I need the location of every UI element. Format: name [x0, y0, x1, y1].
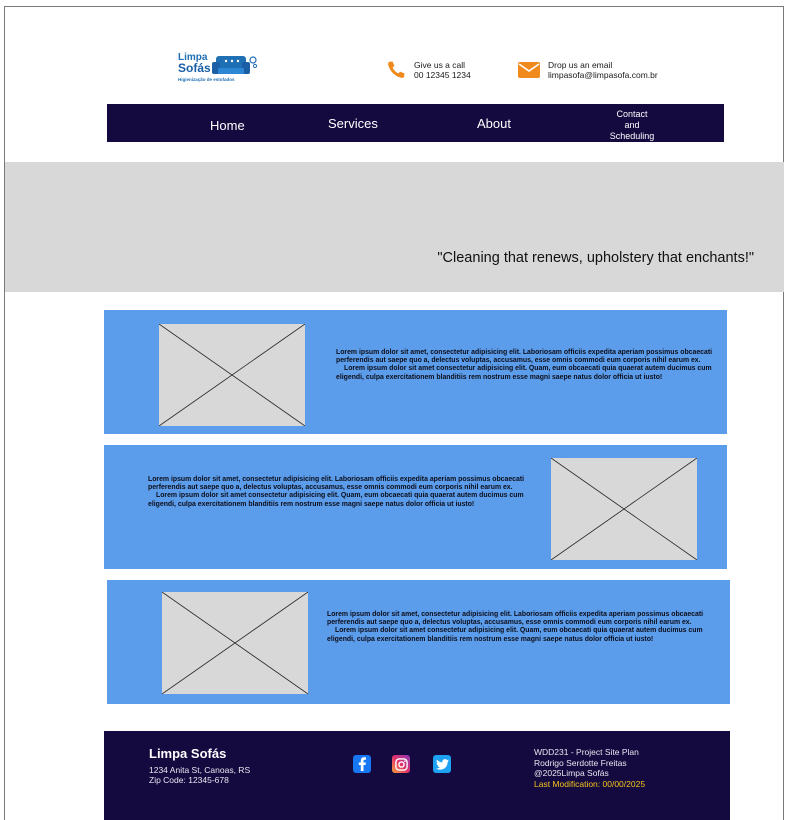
- mail-icon: [518, 62, 540, 78]
- logo-line-2: Sofás: [178, 61, 211, 75]
- last-modified: Last Modification: 00/00/2025: [534, 778, 646, 789]
- logo[interactable]: Limpa Sofás Higienização de estofados: [176, 52, 260, 86]
- copyright-line: @2025Limpa Sofás: [534, 768, 609, 778]
- image-placeholder: [159, 324, 305, 426]
- call-contact[interactable]: Give us a call 00 12345 1234: [386, 60, 471, 80]
- logo-tagline: Higienização de estofados: [178, 77, 235, 82]
- card-paragraph: Lorem ipsum dolor sit amet consectetur a…: [327, 627, 703, 643]
- nav-contact-line-1: Contact: [616, 109, 648, 119]
- email-title: Drop us an email: [548, 60, 613, 70]
- phone-icon: [388, 61, 405, 78]
- content-card: Lorem ipsum dolor sit amet, consectetur …: [104, 310, 727, 434]
- nav-about[interactable]: About: [477, 116, 511, 131]
- logo-wordmark: Limpa Sofás: [178, 52, 211, 74]
- footer-info: WDD231 - Project Site Plan Rodrigo Serdo…: [534, 747, 645, 789]
- address-line: 1234 Anita St, Canoas, RS: [149, 765, 251, 775]
- card-paragraph: Lorem ipsum dolor sit amet, consectetur …: [336, 349, 713, 365]
- main-nav: Home Services About Contact and Scheduli…: [107, 104, 724, 142]
- nav-contact-scheduling[interactable]: Contact and Scheduling: [597, 109, 667, 142]
- nav-home[interactable]: Home: [210, 118, 245, 133]
- author-line: Rodrigo Serdotte Freitas: [534, 757, 627, 768]
- call-title: Give us a call: [414, 60, 466, 70]
- hero-quote: "Cleaning that renews, upholstery that e…: [437, 250, 754, 266]
- twitter-icon[interactable]: [433, 755, 451, 773]
- course-line: WDD231 - Project Site Plan: [534, 747, 639, 757]
- email-address[interactable]: limpasofa@limpasofa.com.br: [548, 70, 658, 80]
- zip-code: Zip Code: 12345-678: [149, 775, 229, 785]
- card-text: Lorem ipsum dolor sit amet, consectetur …: [327, 611, 707, 644]
- hero-banner: "Cleaning that renews, upholstery that e…: [5, 162, 784, 292]
- sofa-icon: [212, 56, 258, 74]
- nav-contact-line-2: and: [624, 120, 640, 130]
- phone-number[interactable]: 00 12345 1234: [414, 70, 471, 80]
- content-card: Lorem ipsum dolor sit amet, consectetur …: [107, 580, 730, 704]
- card-paragraph: Lorem ipsum dolor sit amet, consectetur …: [148, 476, 525, 492]
- image-placeholder: [551, 458, 697, 560]
- card-paragraph: Lorem ipsum dolor sit amet consectetur a…: [148, 492, 524, 508]
- nav-contact-line-3: Scheduling: [609, 131, 655, 141]
- email-contact[interactable]: Drop us an email limpasofa@limpasofa.com…: [518, 60, 658, 80]
- instagram-icon[interactable]: [392, 755, 410, 773]
- footer-brand: Limpa Sofás: [149, 746, 227, 761]
- footer: Limpa Sofás 1234 Anita St, Canoas, RS Zi…: [104, 731, 730, 820]
- card-text: Lorem ipsum dolor sit amet, consectetur …: [336, 349, 716, 382]
- footer-address: 1234 Anita St, Canoas, RS Zip Code: 1234…: [149, 765, 250, 785]
- card-paragraph: Lorem ipsum dolor sit amet consectetur a…: [336, 365, 712, 381]
- card-text: Lorem ipsum dolor sit amet, consectetur …: [148, 476, 528, 509]
- content-card: Lorem ipsum dolor sit amet, consectetur …: [104, 445, 727, 569]
- card-paragraph: Lorem ipsum dolor sit amet, consectetur …: [327, 611, 704, 627]
- nav-services[interactable]: Services: [328, 116, 378, 131]
- image-placeholder: [162, 592, 308, 694]
- facebook-icon[interactable]: [353, 755, 371, 773]
